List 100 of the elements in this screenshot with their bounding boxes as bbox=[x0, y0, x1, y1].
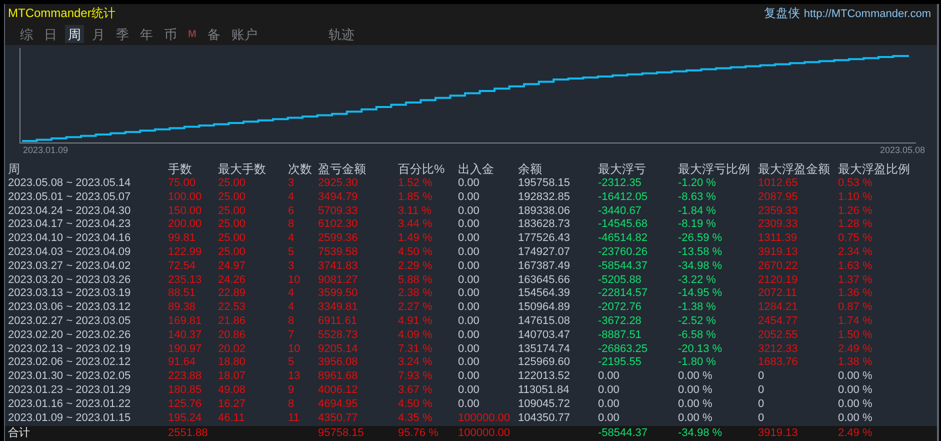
table-cell-text: -3440.67 bbox=[598, 204, 642, 218]
table-cell-text: 0.00 bbox=[458, 370, 480, 384]
table-cell-text: 235.13 bbox=[168, 274, 203, 287]
table-cell-text: 18.80 bbox=[218, 356, 247, 370]
table-cell-text: 9 bbox=[288, 384, 296, 397]
table-cell-text: 8961.68 bbox=[318, 370, 359, 384]
table-cell-text: 24.97 bbox=[218, 260, 247, 273]
table-cell-text: 104350.77 bbox=[518, 412, 571, 425]
tab[interactable]: M bbox=[185, 25, 200, 43]
table-cell-text: 150.00 bbox=[168, 204, 203, 218]
window-title: MTCommander统计 bbox=[8, 5, 116, 22]
table-cell-text: 0.00 bbox=[458, 190, 480, 204]
tab[interactable]: 月 bbox=[89, 25, 108, 43]
table-cell-text: 2023.01.30 ~ 2023.02.05 bbox=[8, 370, 132, 384]
column-header: 最大浮亏比例 bbox=[678, 160, 751, 178]
table-cell-text: 0.00 bbox=[458, 246, 480, 260]
table-cell-text: -20.13 % bbox=[678, 342, 724, 356]
table-cell-text: 0.00 % bbox=[678, 412, 714, 425]
tab[interactable]: 季 bbox=[113, 25, 132, 43]
table-cell-text: 2023.03.13 ~ 2023.03.19 bbox=[8, 287, 132, 300]
table-cell-text: 2359.33 bbox=[758, 204, 799, 218]
table-cell-text: 4694.95 bbox=[318, 398, 359, 411]
column-header: 最大浮亏 bbox=[598, 160, 647, 178]
table-cell-text: 174927.07 bbox=[518, 246, 571, 260]
table-cell-text: 88.51 bbox=[168, 287, 197, 300]
table-cell-text: 0.00 bbox=[458, 384, 480, 397]
table-cell-text: 8 bbox=[288, 398, 296, 411]
table-cell-text: 200.00 bbox=[168, 218, 203, 232]
table-cell-text: 4 bbox=[288, 301, 296, 314]
tab[interactable]: 日 bbox=[41, 25, 60, 43]
table-cell-text: 122.99 bbox=[168, 246, 203, 260]
tab[interactable]: 账户 bbox=[228, 25, 260, 43]
table-cell-text: 0.00 % bbox=[678, 398, 714, 411]
table-cell-text: -14.95 % bbox=[678, 287, 724, 300]
table-cell-text: 25.00 bbox=[218, 190, 247, 204]
table-cell-text: 10 bbox=[288, 274, 302, 287]
table-cell-text: 2052.55 bbox=[758, 328, 799, 342]
table-cell-text: -22814.57 bbox=[598, 287, 649, 300]
column-header: 次数 bbox=[288, 160, 313, 178]
table-cell-text: 2023.03.06 ~ 2023.03.12 bbox=[8, 301, 132, 314]
table-cell-text: -23760.26 bbox=[598, 246, 649, 260]
table-cell-text: 1.50 % bbox=[838, 328, 874, 342]
tab[interactable]: 综 bbox=[17, 25, 36, 43]
table-cell-text: 0.00 bbox=[458, 398, 480, 411]
table-cell-text: 7.31 % bbox=[398, 342, 434, 356]
column-header: 百分比% bbox=[398, 160, 446, 178]
table-cell-text: 100.00 bbox=[168, 190, 203, 204]
table-cell-text: 100000.00 bbox=[458, 412, 511, 425]
table-cell-text: 3.67 % bbox=[398, 384, 434, 397]
table-cell-text: 0.00 bbox=[458, 274, 480, 287]
table-cell-text: 2454.77 bbox=[758, 315, 799, 328]
table-cell-text: 25.00 bbox=[218, 204, 247, 218]
table-cell-text: 6911.61 bbox=[318, 315, 358, 328]
table-cell-text: -8.63 % bbox=[678, 190, 717, 204]
table-cell-text: -13.58 % bbox=[678, 246, 724, 260]
table-cell-text: 25.00 bbox=[218, 232, 247, 246]
table-cell-text: 180.85 bbox=[168, 384, 203, 397]
tab[interactable]: 年 bbox=[137, 25, 156, 43]
table-cell-text: 72.54 bbox=[168, 260, 197, 273]
table-cell-text: 1.49 % bbox=[398, 232, 434, 246]
total-cell-text: 3919.13 bbox=[758, 427, 799, 440]
table-cell-text: 2023.01.16 ~ 2023.01.22 bbox=[8, 398, 132, 411]
table-cell-text: 1.37 % bbox=[838, 274, 874, 287]
table-cell-text: 1.38 % bbox=[838, 356, 874, 370]
table-cell-text: -46514.82 bbox=[598, 232, 649, 246]
table-cell-text: 0.00 % bbox=[678, 384, 714, 397]
table-cell-text: 183628.73 bbox=[518, 218, 571, 232]
table-cell-text: 3919.13 bbox=[758, 246, 799, 260]
table-cell-text: 2309.33 bbox=[758, 218, 799, 232]
tab[interactable]: 备 bbox=[204, 25, 224, 43]
table-cell-text: 22.89 bbox=[218, 287, 247, 300]
table-cell-text: 163645.66 bbox=[518, 274, 571, 287]
table-cell-text: 5 bbox=[288, 356, 296, 370]
table-cell-text: 125.76 bbox=[168, 398, 203, 411]
table-cell-text: 7 bbox=[288, 328, 296, 342]
table-cell-text: 2120.19 bbox=[758, 274, 799, 287]
table-cell-text: 1.36 % bbox=[838, 287, 874, 300]
website-link[interactable]: http://MTCommander.com bbox=[804, 8, 931, 20]
column-header: 周 bbox=[8, 160, 21, 178]
table-cell-text: 20.02 bbox=[218, 342, 247, 356]
table-cell-text: 25.00 bbox=[218, 246, 247, 260]
table-cell-text: -8.19 % bbox=[678, 218, 717, 232]
table-cell-text: 4.09 % bbox=[398, 328, 434, 342]
table-cell-text: 1.52 % bbox=[398, 177, 434, 190]
tab[interactable]: 币 bbox=[161, 25, 180, 43]
table-cell-text: 2023.04.03 ~ 2023.04.09 bbox=[8, 246, 132, 260]
table-cell-text: 0.00 bbox=[598, 370, 620, 384]
table-cell-text: -2312.35 bbox=[598, 177, 642, 190]
table-cell-text: 3349.81 bbox=[318, 301, 359, 314]
table-cell-text: 25.00 bbox=[218, 177, 247, 190]
table-cell-text: -26863.25 bbox=[598, 342, 649, 356]
table-cell-text: 0.00 bbox=[458, 301, 480, 314]
table-cell-text: 3741.83 bbox=[318, 260, 359, 273]
table-cell-text: 147615.08 bbox=[518, 315, 571, 328]
table-cell-text: 2023.04.10 ~ 2023.04.16 bbox=[8, 232, 132, 246]
table-cell-text: 167387.49 bbox=[518, 260, 571, 273]
brand-name: 复盘侠 bbox=[764, 5, 800, 22]
tab[interactable]: 轨迹 bbox=[325, 25, 358, 43]
tab[interactable]: 周 bbox=[65, 25, 84, 43]
table-cell-text: 0.00 bbox=[458, 204, 480, 218]
